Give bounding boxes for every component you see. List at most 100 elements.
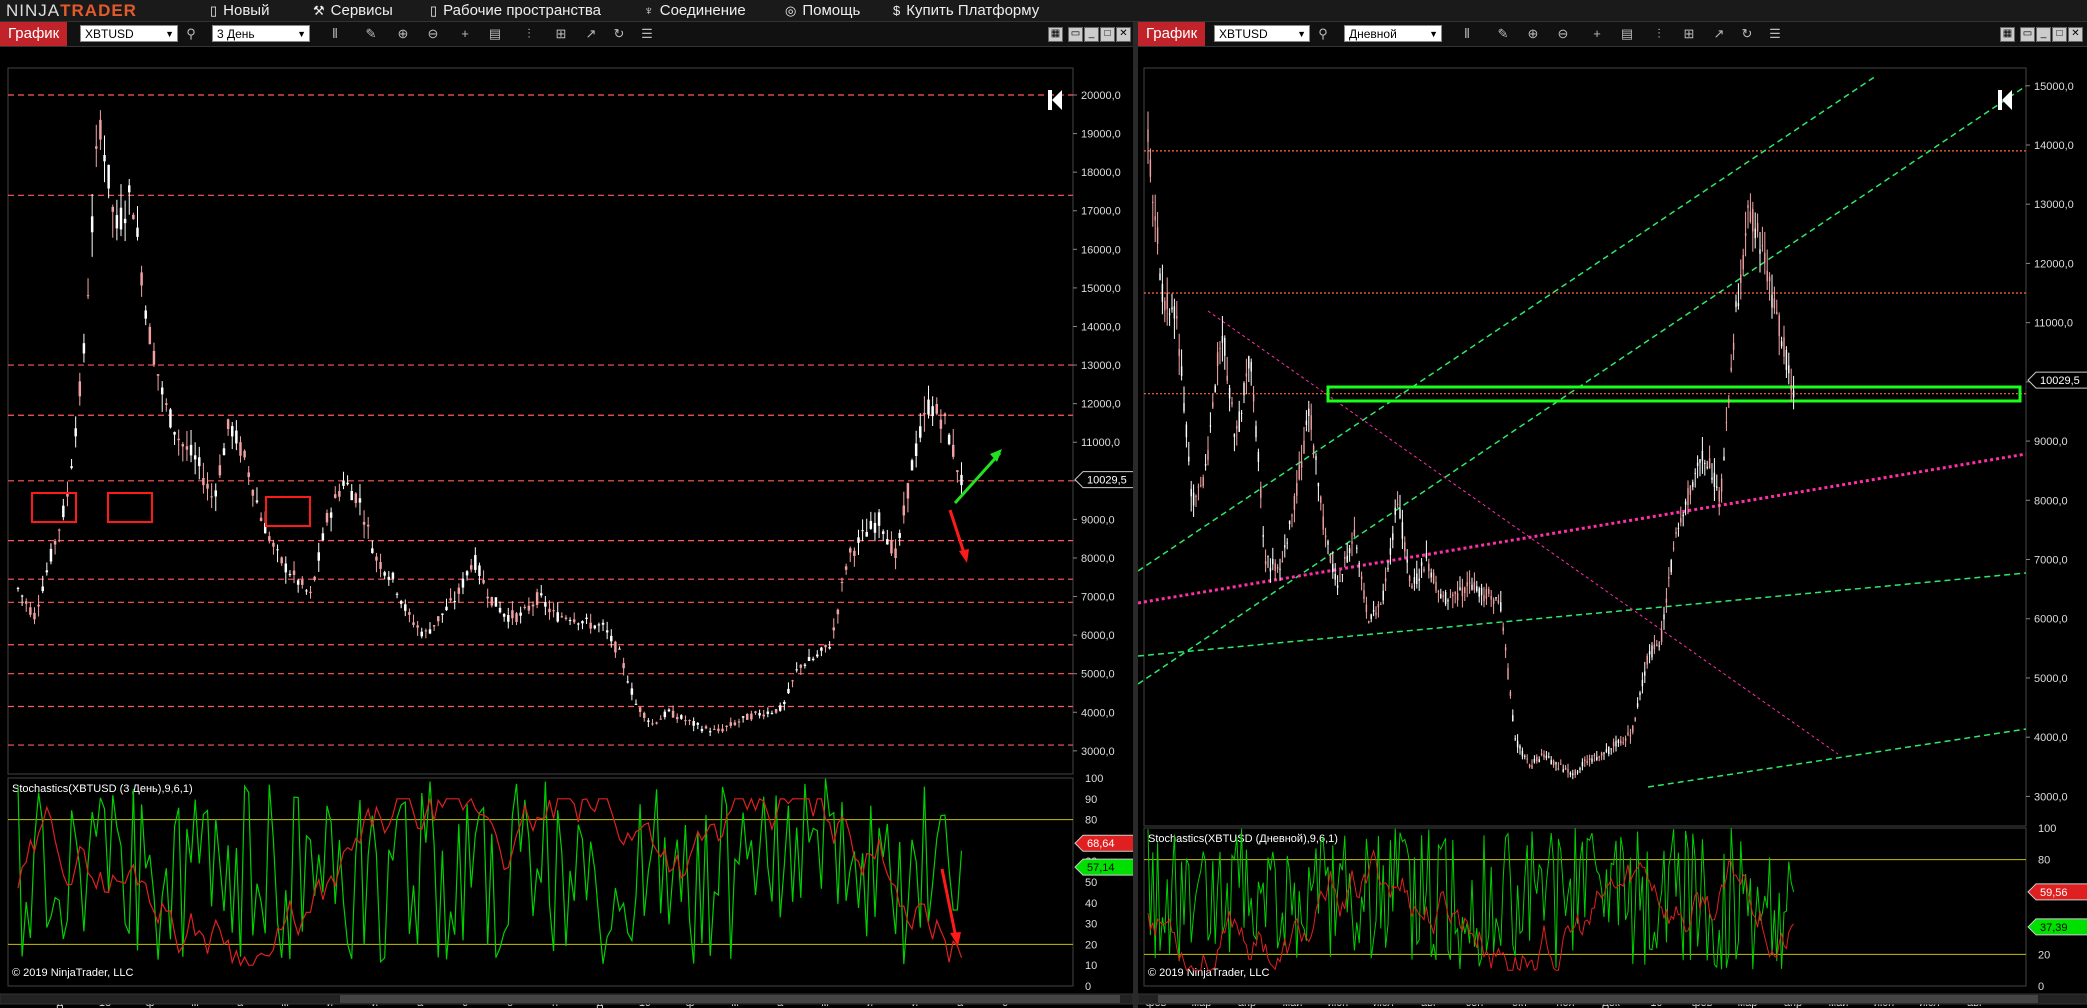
candle-body <box>1464 587 1466 594</box>
candle-body <box>1660 630 1663 642</box>
copyright-label: © 2019 NinjaTrader, LLC <box>12 967 133 979</box>
indicators-icon[interactable]: ⊞ <box>1680 25 1698 43</box>
stoch-k-line <box>1147 828 1795 970</box>
candle-body <box>1744 233 1747 236</box>
chart-area-left[interactable]: 20000,0 19000,0 18000,0 17000,0 16000,0 15000… <box>0 46 1133 1008</box>
drawing-tools-icon[interactable]: ↗ <box>582 25 600 43</box>
zoom-in-icon[interactable]: ⊕ <box>394 25 412 43</box>
tile-icon[interactable]: ▦ <box>2000 27 2015 42</box>
jump-to-end-icon[interactable] <box>1998 90 2002 110</box>
chart-tab-left[interactable]: График <box>0 22 68 46</box>
drawing-tools-icon[interactable]: ↗ <box>1710 25 1728 43</box>
candle-body <box>1682 514 1684 517</box>
menu-workspaces[interactable]: ▯ Рабочие пространства <box>430 0 601 21</box>
candle-body <box>1188 456 1190 462</box>
chart-area-right[interactable]: 15000,014000,013000,012000,011000,010000… <box>1138 46 2087 1008</box>
bar-type-icon[interactable]: ⫴ <box>326 25 344 43</box>
candle-body <box>717 728 720 732</box>
pencil-icon[interactable]: ✎ <box>1494 25 1512 43</box>
candle-body <box>832 627 835 631</box>
candle-body <box>1279 568 1281 570</box>
menu-help[interactable]: ◎ Помощь <box>785 0 860 21</box>
candle-body <box>280 557 283 564</box>
jump-to-end-arrow[interactable] <box>1052 90 1062 110</box>
search-icon[interactable]: ⚲ <box>182 25 200 43</box>
candle-body <box>1776 311 1778 314</box>
strategy-icon[interactable]: ⫶ <box>520 25 538 43</box>
properties-icon[interactable]: ▤ <box>1618 25 1636 43</box>
candle-body <box>1533 758 1536 763</box>
menu-new[interactable]: ▯ Новый <box>210 0 269 21</box>
candle-body <box>210 496 213 498</box>
close-icon[interactable]: ✕ <box>2068 27 2083 42</box>
jump-to-end-icon[interactable] <box>1048 90 1052 110</box>
candle-body <box>1264 560 1267 565</box>
crosshair-icon[interactable]: + <box>1588 25 1606 43</box>
highlight-box <box>31 492 77 523</box>
interval-select-right[interactable]: Дневной ▼ <box>1344 25 1442 42</box>
menu-list-icon[interactable]: ☰ <box>1766 25 1784 43</box>
chart-toolbar-right: График XBTUSD ▼ ⚲ Дневной ▼ ⫴ ✎ ⊕ ⊖ + ▤ ⫶ … <box>1138 22 2087 47</box>
menu-connection[interactable]: ♆ Соединение <box>644 0 746 21</box>
menu-buy-platform[interactable]: $ Купить Платформу <box>893 0 1039 21</box>
price-axis-label: 7000,0 <box>2034 555 2068 567</box>
zoom-out-icon[interactable]: ⊖ <box>1554 25 1572 43</box>
scrollbar-thumb[interactable] <box>340 995 1120 1003</box>
pencil-icon[interactable]: ✎ <box>362 25 380 43</box>
candle-body <box>1574 770 1576 776</box>
chart-tab-right[interactable]: График <box>1138 22 1206 46</box>
candle-body <box>1406 559 1408 563</box>
candle-body <box>1358 563 1360 565</box>
candle-body <box>1224 338 1226 356</box>
restore-icon[interactable]: ▭ <box>2020 27 2035 42</box>
candle-body <box>185 446 189 450</box>
properties-icon[interactable]: ▤ <box>486 25 504 43</box>
candle-body <box>795 669 798 671</box>
instrument-select-right[interactable]: XBTUSD ▼ <box>1214 25 1310 42</box>
candle-body <box>1555 762 1557 765</box>
jump-to-end-arrow[interactable] <box>2002 90 2012 110</box>
price-axis-label: 11000,0 <box>2034 318 2073 330</box>
candle-body <box>1689 485 1692 495</box>
restore-icon[interactable]: ▭ <box>1068 27 1083 42</box>
minimize-icon[interactable]: _ <box>2036 27 2051 42</box>
zoom-out-icon[interactable]: ⊖ <box>424 25 442 43</box>
candle-body <box>169 409 172 428</box>
candle-body <box>1514 738 1516 740</box>
instrument-select-left[interactable]: XBTUSD ▼ <box>80 25 178 42</box>
strategy-icon[interactable]: ⫶ <box>1650 25 1668 43</box>
candle-body <box>910 460 914 471</box>
indicators-icon[interactable]: ⊞ <box>552 25 570 43</box>
bar-type-icon[interactable]: ⫴ <box>1458 25 1476 43</box>
candle-body <box>165 403 168 405</box>
zoom-in-icon[interactable]: ⊕ <box>1524 25 1542 43</box>
crosshair-icon[interactable]: + <box>456 25 474 43</box>
candle-body <box>890 539 893 554</box>
interval-select-left[interactable]: 3 День ▼ <box>212 25 310 42</box>
candle-body <box>1329 555 1332 563</box>
maximize-icon[interactable]: □ <box>2052 27 2067 42</box>
osc-axis-label: 100 <box>1085 773 1103 785</box>
menu-list-icon[interactable]: ☰ <box>638 25 656 43</box>
search-icon[interactable]: ⚲ <box>1314 25 1332 43</box>
candle-body <box>544 601 547 607</box>
candle-body <box>469 565 473 570</box>
price-axis-label: 18000,0 <box>1081 167 1121 179</box>
candle-body <box>1675 532 1677 535</box>
maximize-icon[interactable]: □ <box>1100 27 1115 42</box>
close-icon[interactable]: ✕ <box>1116 27 1131 42</box>
minimize-icon[interactable]: _ <box>1084 27 1099 42</box>
candle-body <box>1720 478 1723 492</box>
price-axis-label: 5000,0 <box>2034 673 2068 685</box>
tile-icon[interactable]: ▦ <box>1048 27 1063 42</box>
candle-body <box>1612 742 1615 747</box>
candle-body <box>111 207 114 212</box>
candle-body <box>74 428 77 437</box>
candle-body <box>1233 433 1236 437</box>
candle-body <box>1238 411 1240 432</box>
menu-services[interactable]: ⚒ Сервисы <box>313 0 393 21</box>
refresh-icon[interactable]: ↻ <box>1738 25 1756 43</box>
scrollbar-thumb[interactable] <box>1158 995 2038 1003</box>
refresh-icon[interactable]: ↻ <box>610 25 628 43</box>
candle-body <box>1195 496 1197 498</box>
